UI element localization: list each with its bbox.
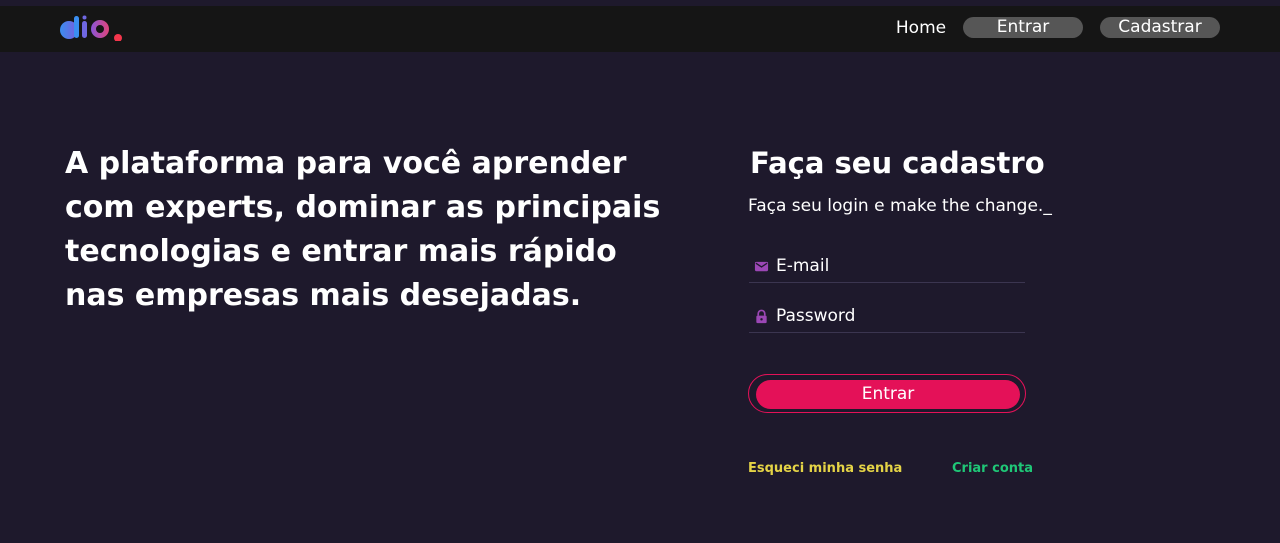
mail-icon: [754, 261, 769, 272]
nav-home-link[interactable]: Home: [892, 17, 950, 39]
password-input[interactable]: [776, 300, 1021, 331]
top-header: Home Entrar Cadastrar: [0, 6, 1280, 52]
nav-cadastrar-button[interactable]: Cadastrar: [1100, 17, 1220, 38]
create-account-link[interactable]: Criar conta: [952, 460, 1033, 478]
entrar-submit-button[interactable]: Entrar: [756, 380, 1020, 409]
email-field: [749, 250, 1025, 283]
submit-button-outline: Entrar: [748, 374, 1026, 413]
forgot-password-link[interactable]: Esqueci minha senha: [748, 460, 902, 478]
lock-icon: [756, 309, 767, 324]
password-field: [749, 300, 1025, 333]
hero-headline: A plataforma para você aprender com expe…: [65, 146, 661, 313]
form-title: Faça seu cadastro: [750, 146, 1045, 180]
dio-logo[interactable]: [60, 15, 126, 41]
form-subtitle: Faça seu login e make the change._: [748, 196, 1052, 216]
nav-entrar-button[interactable]: Entrar: [963, 17, 1083, 38]
email-input[interactable]: [776, 250, 1021, 281]
